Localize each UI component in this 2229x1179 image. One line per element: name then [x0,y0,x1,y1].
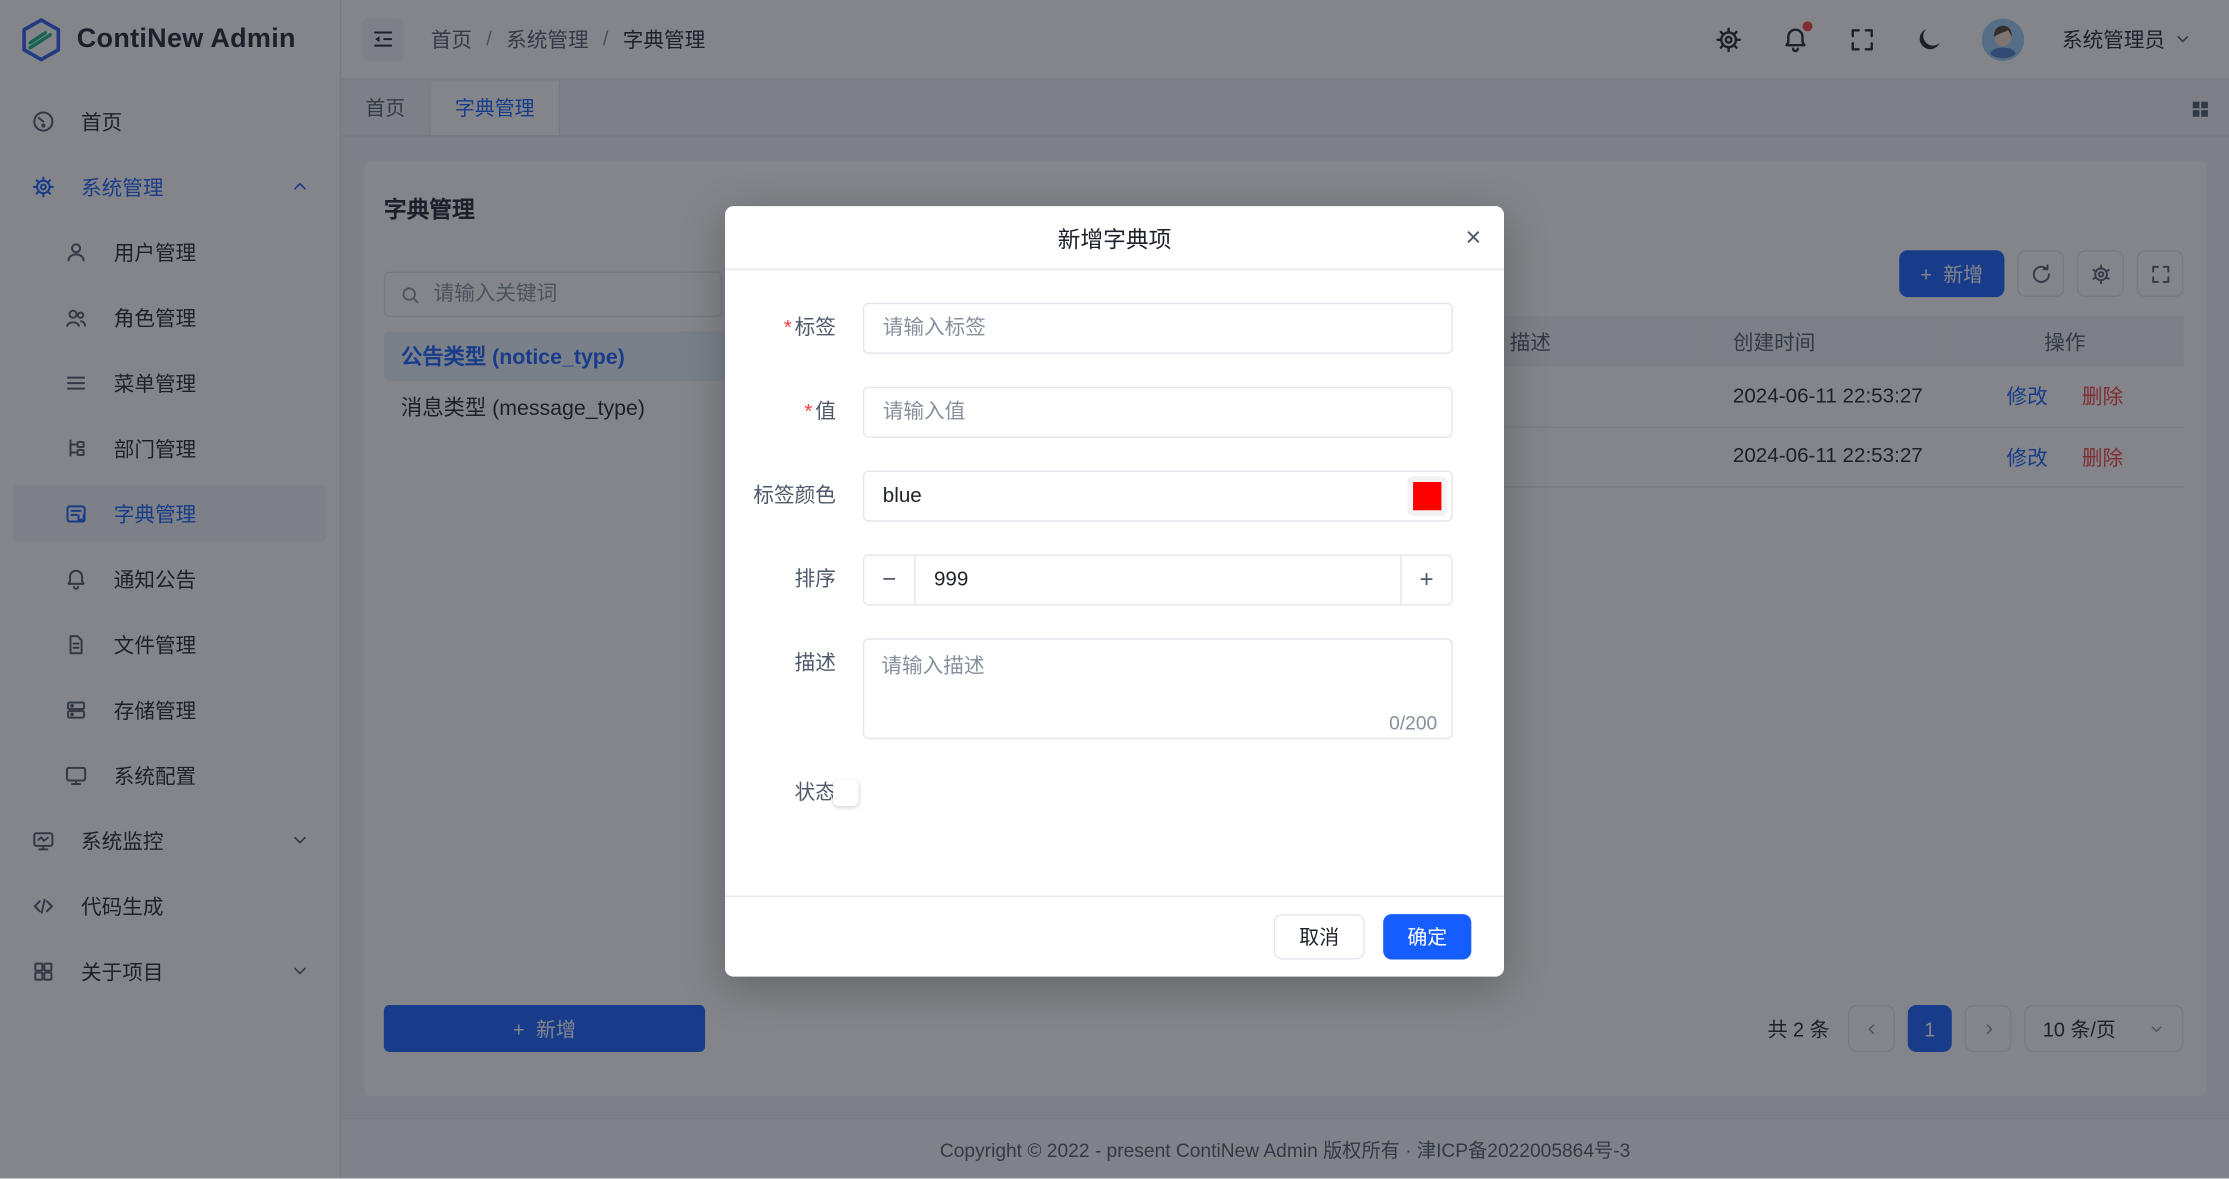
app-root: ContiNew Admin 首页 系统管理 [0,0,2229,1178]
stepper-minus-button[interactable]: − [864,556,915,604]
required-mark: * [784,317,792,340]
color-picker-swatch[interactable] [1407,476,1447,516]
modal-header: 新增字典项 × [725,206,1504,270]
add-dict-item-modal: 新增字典项 × *标签 *值 标签颜色 [725,206,1504,976]
form-row-value: *值 [725,387,1471,438]
form-row-label: *标签 [725,303,1471,354]
value-input[interactable] [863,387,1453,438]
form-row-color: 标签颜色 [725,471,1471,522]
modal-form: *标签 *值 标签颜色 [725,270,1504,810]
field-label: 标签颜色 [725,471,863,522]
stepper-plus-button[interactable]: + [1400,556,1451,604]
status-toggle-label: 启用 [876,776,894,844]
modal-footer: 取消 确定 [725,896,1504,977]
field-label: 值 [815,401,836,424]
description-textarea[interactable] [863,638,1453,739]
color-swatch-red [1413,482,1441,510]
field-label: 标签 [795,317,836,340]
form-row-sort: 排序 − + [725,554,1471,605]
form-row-status: 状态 启用 [725,776,1471,810]
label-input[interactable] [863,303,1453,354]
toggle-knob [833,780,859,806]
close-icon[interactable]: × [1465,206,1481,270]
field-label: 描述 [725,638,863,743]
field-label: 排序 [725,554,863,605]
required-mark: * [804,401,812,424]
modal-title: 新增字典项 [1058,220,1172,254]
sort-input[interactable] [915,556,1400,604]
char-counter: 0/200 [1389,712,1437,733]
label-color-input[interactable] [863,471,1453,522]
confirm-button[interactable]: 确定 [1383,914,1471,959]
cancel-button[interactable]: 取消 [1274,914,1365,959]
form-row-description: 描述 0/200 [725,638,1471,743]
sort-stepper: − + [863,554,1453,605]
